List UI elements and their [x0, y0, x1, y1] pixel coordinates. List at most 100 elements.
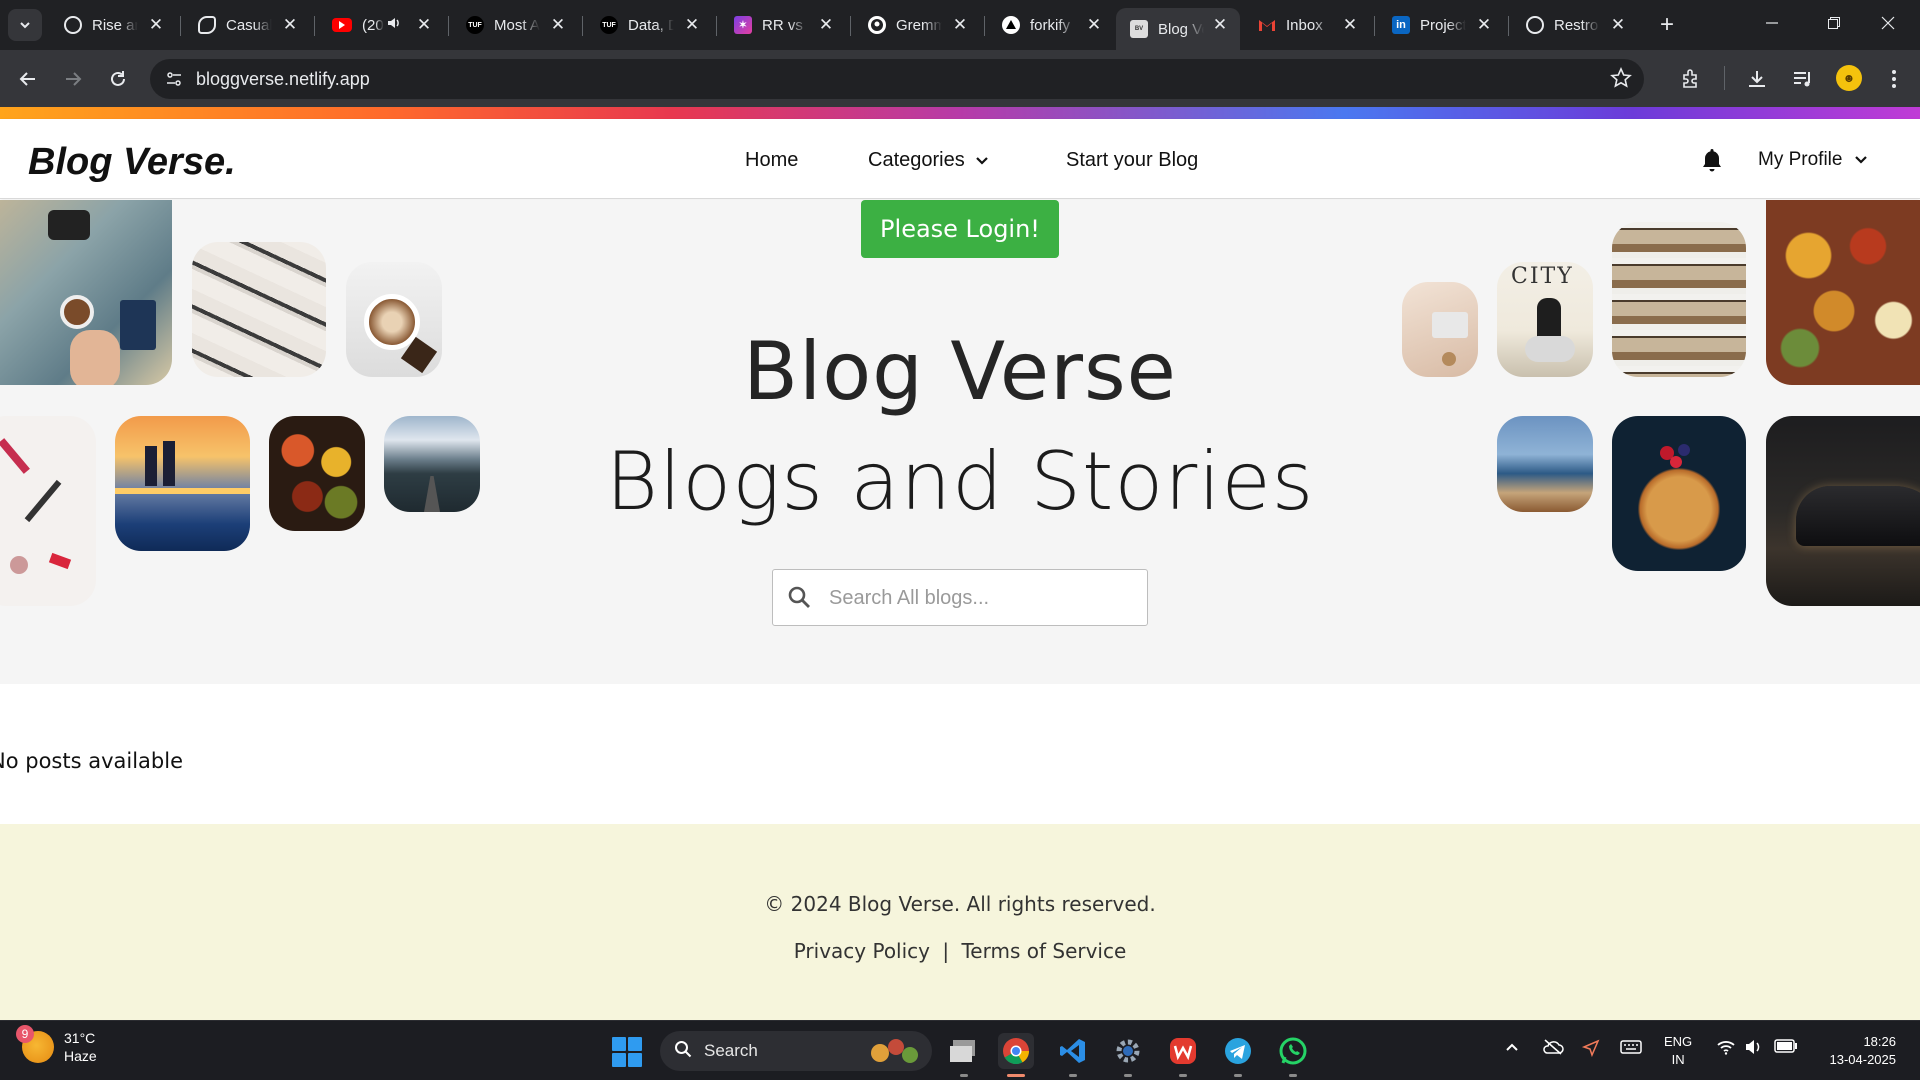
tab-rr-vs[interactable]: ✶ RR vs Iyer ✕ [720, 8, 846, 42]
media-controls-icon[interactable] [1789, 65, 1817, 93]
tab-most-asked[interactable]: TUF Most Asked ✕ [452, 8, 578, 42]
settings-gear-icon[interactable] [1110, 1033, 1146, 1077]
tab-inbox[interactable]: Inbox ✕ [1244, 8, 1370, 42]
tab-casual[interactable]: Casual Conversation ✕ [184, 8, 310, 42]
lang-region: IN [1671, 1052, 1685, 1067]
blog-search[interactable] [772, 569, 1148, 626]
nav-categories[interactable]: Categories [868, 149, 989, 172]
tab-title: Gremmi [896, 16, 942, 34]
nav-start-blog[interactable]: Start your Blog [1066, 149, 1198, 172]
keyboard-icon[interactable] [1620, 1039, 1642, 1060]
tab-data-dsa[interactable]: TUF Data, DSA ✕ [586, 8, 712, 42]
tab-projects[interactable]: in Projects ✕ [1378, 8, 1504, 42]
extensions-icon[interactable] [1677, 65, 1705, 93]
menu-dots-icon[interactable] [1880, 65, 1908, 93]
language-indicator[interactable]: ENG IN [1664, 1033, 1692, 1069]
footer-links: Privacy Policy | Terms of Service [0, 939, 1920, 963]
search-icon [674, 1040, 692, 1063]
spices-photo [269, 416, 365, 531]
search-input[interactable] [829, 582, 1129, 614]
my-profile-dropdown[interactable]: My Profile [1758, 149, 1868, 171]
tab-github[interactable]: Gremmi ✕ [854, 8, 980, 42]
linkedin-icon: in [1392, 16, 1410, 34]
windows-taskbar: 9 31°C Haze Search ENG IN 18:26 13-04-20… [0, 1020, 1920, 1080]
address-bar[interactable]: bloggverse.netlify.app [150, 59, 1644, 99]
url-text[interactable]: bloggverse.netlify.app [196, 69, 370, 90]
top-gradient-bar [0, 107, 1920, 119]
chatgpt-icon [64, 16, 82, 34]
forward-button[interactable] [55, 61, 91, 97]
my-profile-label: My Profile [1758, 149, 1843, 170]
close-icon[interactable]: ✕ [1608, 15, 1628, 35]
weather-widget[interactable]: 9 31°C Haze [16, 1025, 97, 1065]
minimize-button[interactable] [1740, 0, 1804, 46]
close-icon[interactable]: ✕ [280, 15, 300, 35]
system-clock[interactable]: 18:26 13-04-2025 [1810, 1033, 1897, 1069]
file-explorer-icon[interactable] [946, 1033, 982, 1077]
hero-title: Blog Verse [743, 325, 1177, 418]
site-logo[interactable]: Blog Verse. [28, 141, 236, 184]
volume-icon[interactable] [1744, 1039, 1764, 1060]
whatsapp-icon[interactable] [1275, 1033, 1311, 1077]
tab-blog-verse[interactable]: BV Blog Verse ✕ [1116, 8, 1240, 50]
city-sunset-photo [115, 416, 250, 551]
tab-title: Inbox [1286, 16, 1323, 34]
tab-restro[interactable]: Restro ✕ [1512, 8, 1638, 42]
bell-icon[interactable] [1700, 147, 1724, 178]
search-highlight-icon [871, 1039, 918, 1063]
nav-home[interactable]: Home [745, 149, 798, 172]
close-icon[interactable]: ✕ [1474, 15, 1494, 35]
close-icon[interactable]: ✕ [816, 15, 836, 35]
weather-temp: 31°C [64, 1030, 96, 1046]
tab-search-button[interactable] [8, 9, 42, 41]
close-icon[interactable]: ✕ [682, 15, 702, 35]
chrome-icon[interactable] [998, 1033, 1034, 1077]
vscode-icon[interactable] [1055, 1033, 1091, 1077]
cloud-offline-icon[interactable] [1542, 1039, 1564, 1060]
terms-of-service-link[interactable]: Terms of Service [961, 939, 1126, 963]
reload-button[interactable] [100, 61, 136, 97]
telegram-icon[interactable] [1220, 1033, 1256, 1077]
download-icon[interactable] [1743, 65, 1771, 93]
footer-separator: | [942, 939, 950, 963]
tab-youtube[interactable]: (20) ✕ [318, 8, 444, 42]
close-icon [1881, 16, 1895, 30]
wifi-icon[interactable] [1716, 1039, 1736, 1060]
close-icon[interactable]: ✕ [548, 15, 568, 35]
privacy-policy-link[interactable]: Privacy Policy [794, 939, 930, 963]
mountain-road-photo [384, 416, 480, 512]
tab-strip: Rise and Shine ✕ Casual Conversation ✕ (… [0, 0, 1920, 50]
makeup-photo [0, 416, 96, 606]
close-icon[interactable]: ✕ [146, 15, 166, 35]
wps-office-icon[interactable] [1165, 1033, 1201, 1077]
page-viewport: Blog Verse. Home Categories Start your B… [0, 107, 1920, 1020]
battery-icon[interactable] [1774, 1039, 1798, 1058]
chevron-up-icon[interactable] [1504, 1039, 1520, 1060]
travel-photo [0, 200, 172, 385]
tab-rise[interactable]: Rise and Shine ✕ [50, 8, 176, 42]
coffee-photo [346, 262, 442, 377]
tab-forkify[interactable]: forkify ✕ [988, 8, 1114, 42]
coastal-food-photo [1497, 416, 1593, 512]
taskbar-search[interactable]: Search [660, 1031, 932, 1071]
bookmark-star-icon[interactable] [1610, 67, 1632, 94]
close-icon[interactable]: ✕ [414, 15, 434, 35]
close-icon[interactable]: ✕ [1340, 15, 1360, 35]
please-login-button[interactable]: Please Login! [861, 200, 1059, 258]
location-arrow-icon[interactable] [1581, 1039, 1600, 1062]
back-button[interactable] [10, 61, 46, 97]
site-info-icon[interactable] [160, 65, 188, 93]
close-icon[interactable]: ✕ [950, 15, 970, 35]
close-icon[interactable]: ✕ [1084, 15, 1104, 35]
weather-condition: Haze [64, 1048, 97, 1064]
close-window-button[interactable] [1856, 0, 1920, 46]
close-icon[interactable]: ✕ [1210, 15, 1230, 35]
minimize-icon [1766, 22, 1778, 24]
new-tab-button[interactable]: + [1652, 10, 1682, 40]
profile-avatar[interactable]: ☻ [1836, 65, 1862, 91]
speaker-icon[interactable] [386, 15, 408, 35]
vercel-icon [1002, 16, 1020, 34]
search-icon [787, 585, 811, 614]
windows-start-button[interactable] [612, 1037, 642, 1067]
lang-code: ENG [1664, 1034, 1693, 1049]
